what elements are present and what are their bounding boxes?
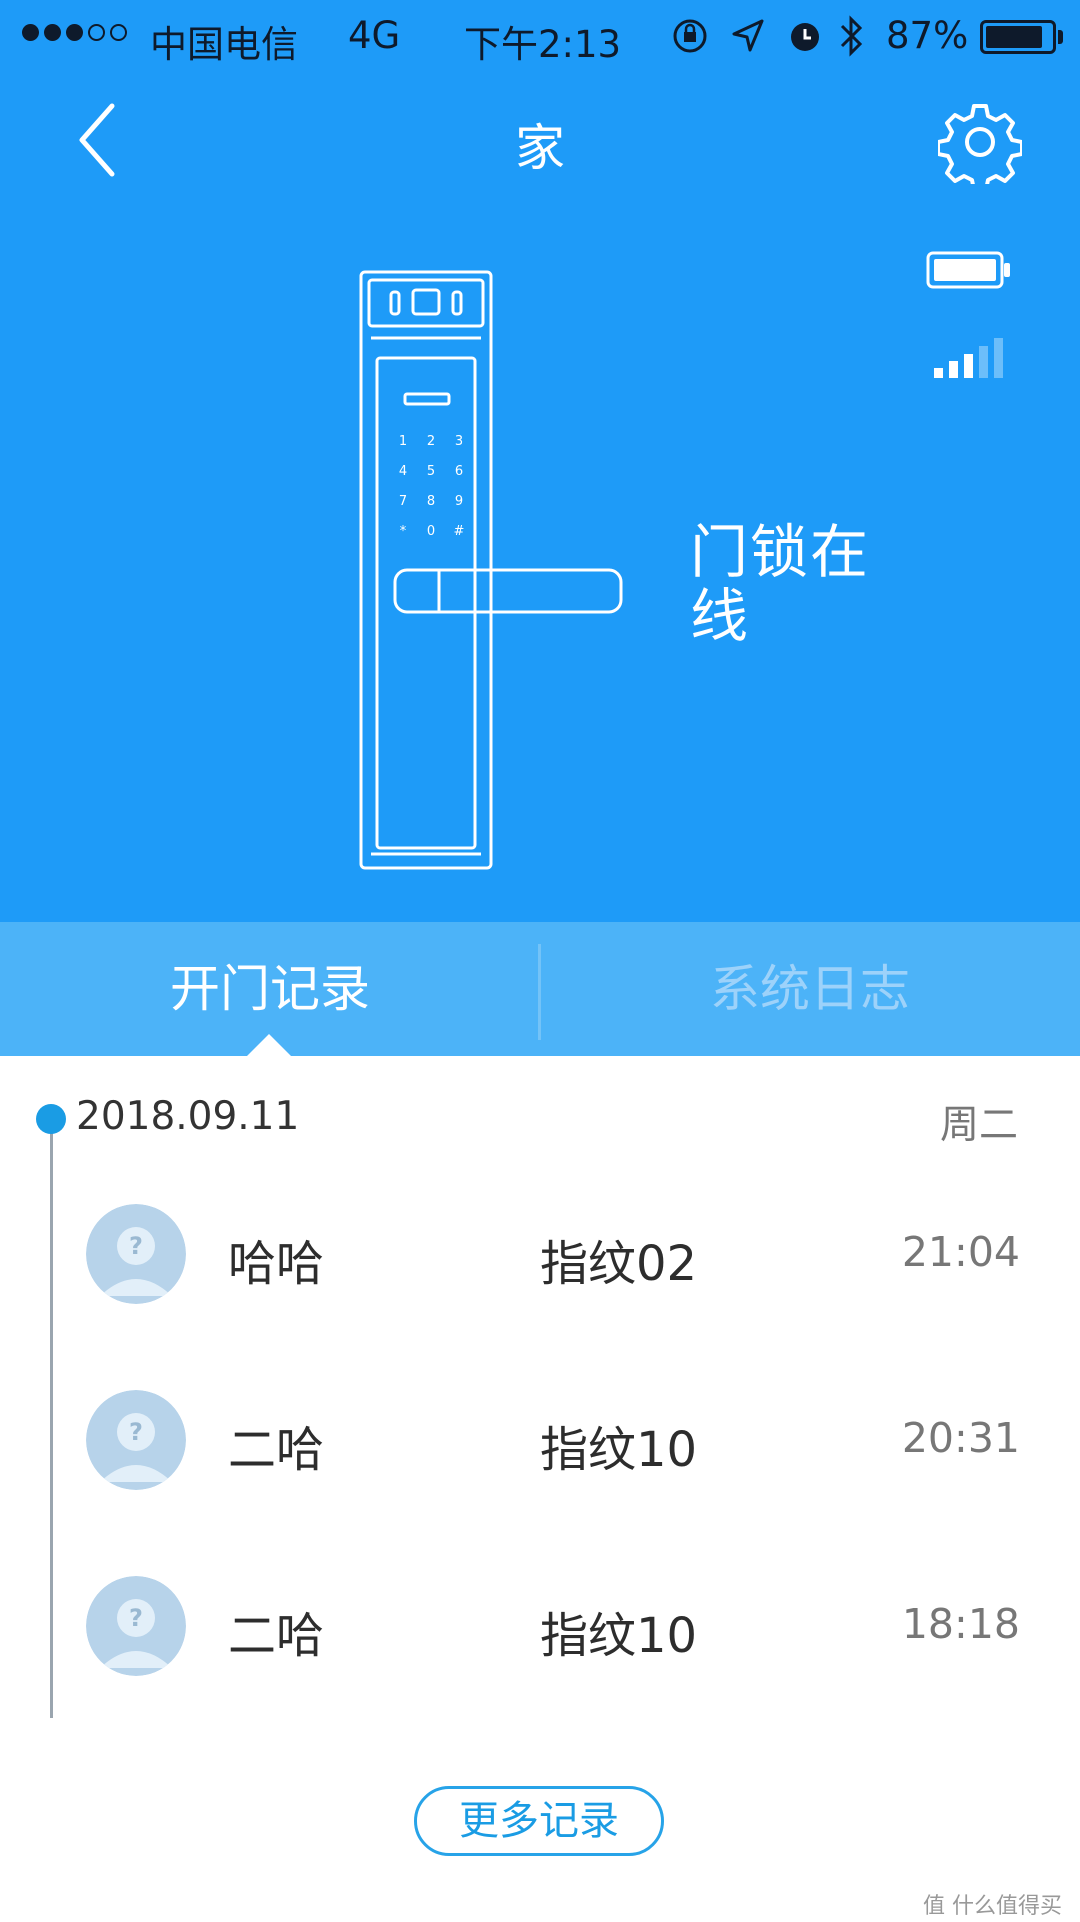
watermark: 值 什么值得买 xyxy=(923,1894,1062,1919)
unlock-method: 指纹10 xyxy=(540,1422,698,1478)
svg-text:?: ? xyxy=(129,1604,143,1632)
avatar: ? xyxy=(86,1204,186,1304)
tab-bar: 开门记录 系统日志 xyxy=(0,922,1080,1056)
default-avatar-icon: ? xyxy=(86,1204,186,1304)
signal-dots-icon xyxy=(22,24,127,41)
unlock-method: 指纹10 xyxy=(540,1608,698,1664)
svg-text:?: ? xyxy=(129,1232,143,1260)
svg-text:4: 4 xyxy=(399,464,407,479)
svg-text:?: ? xyxy=(129,1418,143,1446)
svg-text:8: 8 xyxy=(427,494,435,509)
svg-text:7: 7 xyxy=(399,494,407,509)
network-label: 4G xyxy=(348,14,401,57)
svg-text:1: 1 xyxy=(399,434,407,449)
battery-icon xyxy=(926,251,1010,289)
lock-online-status: 门锁在线 xyxy=(690,518,871,650)
svg-text:3: 3 xyxy=(455,434,463,449)
avatar: ? xyxy=(86,1576,186,1676)
unlock-time: 18:18 xyxy=(901,1600,1020,1648)
bluetooth-icon xyxy=(840,15,863,57)
user-name: 哈哈 xyxy=(228,1236,325,1292)
default-avatar-icon: ? xyxy=(86,1576,186,1676)
signal-bars-icon xyxy=(934,338,1003,378)
record-date: 2018.09.11 xyxy=(76,1094,300,1139)
gear-icon xyxy=(936,104,1024,192)
unlock-time: 20:31 xyxy=(901,1414,1020,1462)
timeline-dot xyxy=(36,1104,66,1134)
status-bar: 中国电信 4G 下午2:13 87% xyxy=(0,0,1080,70)
default-avatar-icon: ? xyxy=(86,1390,186,1490)
battery-icon xyxy=(980,20,1056,54)
avatar: ? xyxy=(86,1390,186,1490)
unlock-time: 21:04 xyxy=(901,1228,1020,1276)
svg-text:2: 2 xyxy=(427,434,435,449)
carrier-label: 中国电信 xyxy=(150,23,298,66)
alarm-clock-icon xyxy=(791,23,819,51)
tab-system-log[interactable]: 系统日志 xyxy=(540,922,1080,1056)
svg-text:#: # xyxy=(454,524,465,539)
svg-text:5: 5 xyxy=(427,464,435,479)
battery-tip xyxy=(1058,30,1063,44)
list-item[interactable]: ? 二哈 指纹10 18:18 xyxy=(0,1556,1080,1696)
record-weekday: 周二 xyxy=(939,1103,1018,1148)
svg-text:*: * xyxy=(400,524,407,539)
user-name: 二哈 xyxy=(228,1608,325,1664)
user-name: 二哈 xyxy=(228,1422,325,1478)
orientation-lock-icon xyxy=(673,19,707,53)
page-title: 家 xyxy=(515,119,565,177)
svg-text:0: 0 xyxy=(427,524,435,539)
svg-text:6: 6 xyxy=(455,464,463,479)
settings-button[interactable] xyxy=(936,100,1024,192)
more-records-button[interactable]: 更多记录 xyxy=(414,1786,664,1856)
location-arrow-icon xyxy=(732,19,764,52)
door-lock-illustration: 1 2 3 4 5 6 7 8 9 * 0 # xyxy=(359,270,623,870)
clock: 下午2:13 xyxy=(464,23,622,66)
battery-percent: 87% xyxy=(886,14,969,57)
list-item[interactable]: ? 二哈 指纹10 20:31 xyxy=(0,1370,1080,1510)
active-tab-indicator xyxy=(246,1034,292,1057)
unlock-method: 指纹02 xyxy=(540,1236,698,1292)
list-item[interactable]: ? 哈哈 指纹02 21:04 xyxy=(0,1184,1080,1324)
svg-text:9: 9 xyxy=(455,494,463,509)
